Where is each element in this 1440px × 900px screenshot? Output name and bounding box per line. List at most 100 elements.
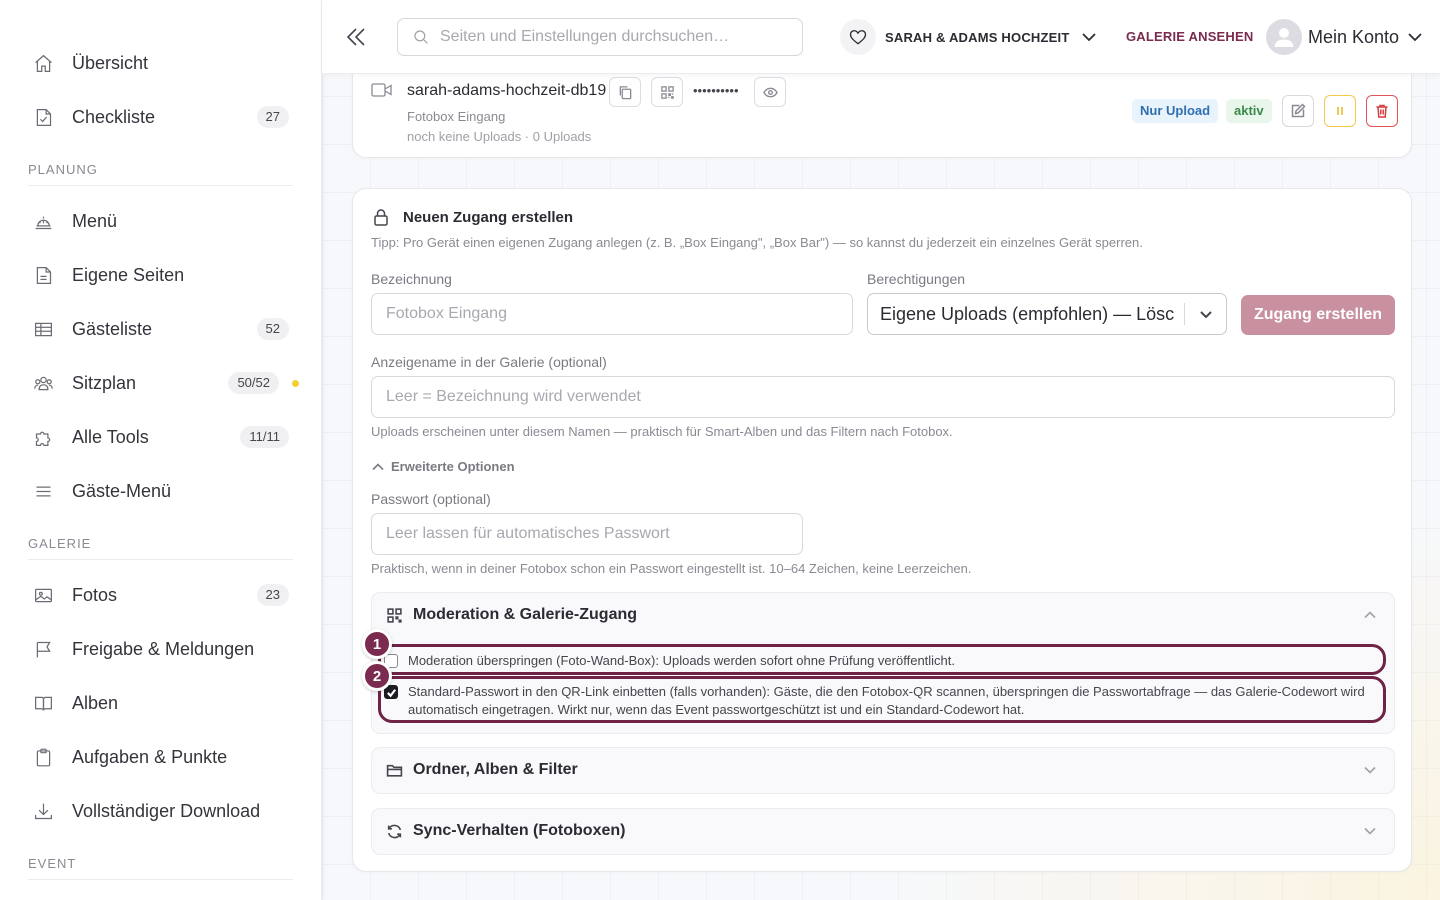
skip-moderation-option: Moderation überspringen (Foto-Wand-Box):… — [384, 652, 1384, 670]
moderation-panel-header[interactable]: Moderation & Galerie-Zugang — [372, 593, 1394, 637]
sidebar-item-label: Sitzplan — [72, 372, 137, 393]
sync-icon — [386, 823, 403, 840]
account-label: Mein Konto — [1308, 26, 1400, 47]
annotation-marker-2: 2 — [362, 661, 392, 691]
event-selector[interactable]: SARAH & ADAMS HOCHZEIT — [840, 18, 1097, 56]
sidebar-item-fotos[interactable]: Fotos 23 — [28, 568, 293, 622]
video-camera-icon — [371, 81, 393, 99]
sidebar-item-gaesteliste[interactable]: Gästeliste 52 — [28, 302, 293, 356]
sidebar-item-sitzplan[interactable]: Sitzplan 50/52 — [28, 356, 299, 410]
section-label-galerie: GALERIE — [28, 522, 293, 560]
password-label: Passwort (optional) — [371, 491, 491, 507]
checkmark-icon — [386, 688, 396, 697]
create-access-button[interactable]: Zugang erstellen — [1241, 295, 1395, 335]
heart-icon — [840, 19, 876, 55]
checklist-icon — [32, 106, 54, 128]
hamburger-icon — [32, 480, 54, 502]
top-header: SARAH & ADAMS HOCHZEIT GALERIE ANSEHEN M… — [322, 0, 1440, 74]
book-icon — [32, 692, 54, 714]
chevron-up-icon — [372, 462, 384, 470]
pause-icon — [1337, 107, 1343, 115]
account-menu[interactable]: Mein Konto — [1266, 18, 1423, 56]
copy-button[interactable] — [609, 77, 641, 107]
download-icon — [32, 800, 54, 822]
sidebar-item-checkliste[interactable]: Checkliste 27 — [28, 90, 293, 144]
search-box — [397, 18, 803, 56]
embed-password-label: Standard-Passwort in den QR-Link einbett… — [408, 684, 1365, 717]
advanced-options-toggle[interactable]: Erweiterte Optionen — [371, 459, 515, 474]
sidebar-item-gaeste-menu[interactable]: Gäste-Menü — [28, 464, 293, 518]
sync-panel-header[interactable]: Sync-Verhalten (Fotoboxen) — [372, 809, 1394, 853]
qr-code-button[interactable] — [651, 77, 683, 107]
sync-panel-title: Sync-Verhalten (Fotoboxen) — [413, 822, 626, 839]
section-title: Neuen Zugang erstellen — [371, 207, 573, 227]
show-password-button[interactable] — [754, 77, 786, 107]
sidebar: Übersicht Checkliste 27 PLANUNG Menü Eig… — [0, 0, 322, 900]
sidebar-item-alben[interactable]: Alben — [28, 676, 293, 730]
people-icon — [32, 372, 54, 394]
chevron-down-icon — [1408, 33, 1422, 42]
status-dot — [292, 380, 299, 387]
chevron-down-icon — [1362, 762, 1378, 778]
sidebar-item-alle-tools[interactable]: Alle Tools 11/11 — [28, 410, 293, 464]
lock-icon — [374, 209, 388, 226]
section-label-planung: PLANUNG — [28, 148, 293, 186]
collapse-sidebar-button[interactable] — [344, 24, 368, 50]
permissions-value: Eigene Uploads (empfohlen) — Lösc — [880, 303, 1175, 324]
new-access-card: Neuen Zugang erstellen Tipp: Pro Gerät e… — [352, 188, 1412, 872]
count-badge: 50/52 — [228, 372, 279, 394]
sidebar-item-freigabe[interactable]: Freigabe & Meldungen — [28, 622, 293, 676]
name-label: Bezeichnung — [371, 271, 452, 287]
section-label-event: EVENT — [28, 842, 293, 880]
page-icon — [32, 264, 54, 286]
search-icon — [414, 30, 428, 44]
access-name: sarah-adams-hochzeit-db19 — [407, 82, 607, 99]
event-name: SARAH & ADAMS HOCHZEIT — [885, 29, 1070, 45]
image-icon — [32, 584, 54, 606]
skip-moderation-label: Moderation überspringen (Foto-Wand-Box):… — [408, 653, 956, 668]
copy-icon — [619, 85, 631, 99]
sidebar-item-download[interactable]: Vollständiger Download — [28, 784, 293, 838]
qr-code-icon — [386, 607, 403, 624]
sidebar-item-label: Gästeliste — [72, 318, 153, 339]
sidebar-item-eigene-seiten[interactable]: Eigene Seiten — [28, 248, 293, 302]
sidebar-item-menu[interactable]: Menü — [28, 194, 293, 248]
chevron-down-icon — [1082, 33, 1097, 42]
view-gallery-link[interactable]: GALERIE ANSEHEN — [1126, 29, 1253, 44]
password-mask: •••••••••• — [693, 83, 739, 98]
trash-icon — [1376, 104, 1388, 118]
sidebar-item-label: Alle Tools — [72, 426, 149, 447]
eye-icon — [762, 87, 778, 97]
clipboard-icon — [32, 746, 54, 768]
advanced-options-label: Erweiterte Optionen — [391, 459, 515, 474]
status-badge: aktiv — [1226, 99, 1272, 123]
count-badge: 11/11 — [240, 426, 289, 448]
name-input[interactable] — [371, 293, 853, 335]
sidebar-item-label: Fotos — [72, 584, 118, 605]
count-badge: 52 — [256, 318, 289, 340]
sidebar-item-aufgaben[interactable]: Aufgaben & Punkte — [28, 730, 293, 784]
permissions-select[interactable]: Eigene Uploads (empfohlen) — Lösc — [867, 293, 1227, 335]
folders-panel: Ordner, Alben & Filter — [371, 747, 1395, 794]
sidebar-item-label: Alben — [72, 692, 119, 713]
tip-text: Tipp: Pro Gerät einen eigenen Zugang anl… — [371, 235, 1143, 250]
count-badge: 23 — [256, 584, 289, 606]
form-title: Neuen Zugang erstellen — [403, 208, 574, 226]
display-name-input[interactable] — [371, 376, 1395, 418]
count-badge: 27 — [256, 106, 289, 128]
puzzle-icon — [32, 426, 54, 448]
sidebar-item-uebersicht[interactable]: Übersicht — [28, 36, 293, 90]
flag-icon — [32, 638, 54, 660]
embed-password-option: Standard-Passwort in den QR-Link einbett… — [384, 683, 1374, 719]
edit-button[interactable] — [1282, 95, 1314, 127]
display-name-label: Anzeigename in der Galerie (optional) — [371, 354, 607, 370]
folders-panel-title: Ordner, Alben & Filter — [413, 761, 578, 778]
moderation-panel-title: Moderation & Galerie-Zugang — [413, 606, 638, 623]
sidebar-item-label: Eigene Seiten — [72, 264, 185, 285]
folders-panel-header[interactable]: Ordner, Alben & Filter — [372, 748, 1394, 792]
select-divider — [1184, 303, 1185, 325]
password-input[interactable] — [371, 513, 803, 555]
delete-button[interactable] — [1366, 95, 1398, 127]
pause-button[interactable] — [1324, 95, 1356, 127]
search-input[interactable] — [440, 28, 780, 46]
